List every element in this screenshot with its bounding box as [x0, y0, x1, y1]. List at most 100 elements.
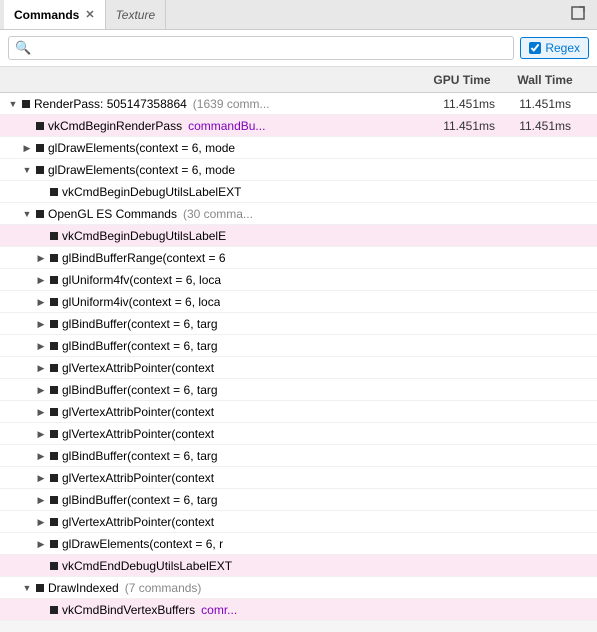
row-name-cell: vkCmdBindVertexBufferscomr... [0, 603, 417, 617]
expand-icon[interactable]: ▶ [34, 471, 48, 485]
black-square-icon [50, 386, 58, 394]
search-input[interactable] [36, 41, 507, 55]
row-name-cell: ▶ glBindBuffer(context = 6, targ [0, 317, 417, 331]
table-row[interactable]: vkCmdBindVertexBufferscomr... [0, 599, 597, 621]
regex-checkbox[interactable] [529, 42, 541, 54]
black-square-icon [22, 100, 30, 108]
row-label: glBindBuffer(context = 6, targ [62, 317, 218, 331]
black-square-icon [50, 518, 58, 526]
row-label: glVertexAttribPointer(context [62, 427, 214, 441]
table-row[interactable]: ▼RenderPass: 505147358864(1639 comm...11… [0, 93, 597, 115]
row-extra: commandBu... [188, 119, 265, 133]
black-square-icon [36, 210, 44, 218]
row-label: vkCmdBindVertexBuffers [62, 603, 195, 617]
row-name-cell: ▶glBindBuffer(context = 6, targ [0, 383, 417, 397]
expand-icon[interactable]: ▶ [34, 339, 48, 353]
black-square-icon [50, 452, 58, 460]
row-label: OpenGL ES Commands [48, 207, 177, 221]
table-container: GPU Time Wall Time ▼RenderPass: 50514735… [0, 67, 597, 623]
table-row[interactable]: ▶ glBindBuffer(context = 6, targ [0, 445, 597, 467]
table-row[interactable]: ▶glBindBuffer(context = 6, targ [0, 379, 597, 401]
expand-icon[interactable]: ▶ [34, 317, 48, 331]
expand-icon[interactable]: ▶ [34, 449, 48, 463]
expand-icon[interactable]: ▶ [34, 361, 48, 375]
row-name-cell: ▶ glBindBufferRange(context = 6 [0, 251, 417, 265]
row-name-cell: ▶glUniform4fv(context = 6, loca [0, 273, 417, 287]
row-name-cell: vkCmdEndDebugUtilsLabelEXT [0, 559, 417, 573]
tab-texture[interactable]: Texture [106, 0, 167, 29]
tab-commands[interactable]: Commands ✕ [4, 0, 106, 29]
row-name-cell: ▶ glVertexAttribPointer(context [0, 427, 417, 441]
row-name-cell: vkCmdBeginDebugUtilsLabelEXT [0, 185, 417, 199]
expand-icon[interactable]: ▶ [34, 493, 48, 507]
table-row[interactable]: vkCmdBeginDebugUtilsLabelE [0, 225, 597, 247]
black-square-icon [50, 232, 58, 240]
black-square-icon [50, 496, 58, 504]
table-row[interactable]: ▶glDrawElements(context = 6, r [0, 533, 597, 555]
row-label: glVertexAttribPointer(context [62, 361, 214, 375]
row-name-cell: vkCmdBeginDebugUtilsLabelE [0, 229, 417, 243]
black-square-icon [50, 320, 58, 328]
row-label: glVertexAttribPointer(context [62, 515, 214, 529]
table-row[interactable]: ▶ glBindBuffer(context = 6, targ [0, 335, 597, 357]
expand-icon[interactable]: ▶ [34, 273, 48, 287]
black-square-icon [50, 606, 58, 614]
table-row[interactable]: ▶glBindBuffer(context = 6, targ [0, 489, 597, 511]
row-name-cell: ▶ glUniform4iv(context = 6, loca [0, 295, 417, 309]
row-name-cell: ▼RenderPass: 505147358864(1639 comm... [0, 97, 417, 111]
table-row[interactable]: ▶glDrawElements(context = 6, mode [0, 137, 597, 159]
row-name-cell: ▼DrawIndexed(7 commands) [0, 581, 417, 595]
row-label: glBindBufferRange(context = 6 [62, 251, 226, 265]
table-row[interactable]: vkCmdBeginRenderPasscommandBu...11.451ms… [0, 115, 597, 137]
row-label: glUniform4iv(context = 6, loca [62, 295, 220, 309]
expand-icon[interactable]: ▶ [34, 383, 48, 397]
collapse-icon[interactable]: ▼ [20, 163, 34, 177]
row-label: vkCmdBeginDebugUtilsLabelE [62, 229, 226, 243]
table-row[interactable]: ▶ glUniform4iv(context = 6, loca [0, 291, 597, 313]
black-square-icon [50, 342, 58, 350]
row-label: glBindBuffer(context = 6, targ [62, 339, 218, 353]
row-label: vkCmdBeginDebugUtilsLabelEXT [62, 185, 241, 199]
expand-icon[interactable]: ▶ [34, 515, 48, 529]
expand-icon[interactable]: ▶ [34, 405, 48, 419]
row-name-cell: ▶glBindBuffer(context = 6, targ [0, 493, 417, 507]
expand-icon[interactable]: ▶ [34, 537, 48, 551]
col-gpu-header: GPU Time [417, 73, 507, 87]
table-row[interactable]: ▶ glVertexAttribPointer(context [0, 401, 597, 423]
table-row[interactable]: ▼OpenGL ES Commands(30 comma... [0, 203, 597, 225]
search-input-wrap[interactable]: 🔍 [8, 36, 514, 60]
table-row[interactable]: vkCmdEndDebugUtilsLabelEXT [0, 555, 597, 577]
expand-icon[interactable]: ▶ [34, 427, 48, 441]
table-row[interactable]: ▶ glVertexAttribPointer(context [0, 511, 597, 533]
table-row[interactable]: ▶ glBindBuffer(context = 6, targ [0, 313, 597, 335]
row-label: glBindBuffer(context = 6, targ [62, 449, 218, 463]
tab-commands-label: Commands [14, 8, 79, 22]
table-row[interactable]: ▶ glVertexAttribPointer(context [0, 357, 597, 379]
table-body[interactable]: ▼RenderPass: 505147358864(1639 comm...11… [0, 93, 597, 623]
row-name-cell: ▶ glVertexAttribPointer(context [0, 405, 417, 419]
expand-icon[interactable]: ▶ [34, 251, 48, 265]
regex-button[interactable]: Regex [520, 37, 589, 59]
table-row[interactable]: ▼DrawIndexed(7 commands) [0, 577, 597, 599]
table-row[interactable]: ▶ glVertexAttribPointer(context [0, 423, 597, 445]
maximize-icon [571, 6, 585, 20]
row-label: vkCmdBeginRenderPass [48, 119, 182, 133]
table-row[interactable]: ▶ glBindBufferRange(context = 6 [0, 247, 597, 269]
collapse-icon[interactable]: ▼ [20, 207, 34, 221]
row-label: glVertexAttribPointer(context [62, 405, 214, 419]
collapse-icon[interactable]: ▼ [20, 581, 34, 595]
row-name-cell: ▼glDrawElements(context = 6, mode [0, 163, 417, 177]
expand-icon[interactable]: ▶ [20, 141, 34, 155]
collapse-icon[interactable]: ▼ [6, 97, 20, 111]
search-icon: 🔍 [15, 40, 31, 56]
table-row[interactable]: ▼glDrawElements(context = 6, mode [0, 159, 597, 181]
table-row[interactable]: ▶glVertexAttribPointer(context [0, 467, 597, 489]
expand-icon[interactable]: ▶ [34, 295, 48, 309]
table-row[interactable]: ▶glUniform4fv(context = 6, loca [0, 269, 597, 291]
tab-commands-close[interactable]: ✕ [85, 8, 94, 21]
black-square-icon [50, 474, 58, 482]
black-square-icon [36, 584, 44, 592]
table-row[interactable]: vkCmdBeginDebugUtilsLabelEXT [0, 181, 597, 203]
maximize-button[interactable] [563, 2, 593, 27]
row-label: DrawIndexed [48, 581, 119, 595]
